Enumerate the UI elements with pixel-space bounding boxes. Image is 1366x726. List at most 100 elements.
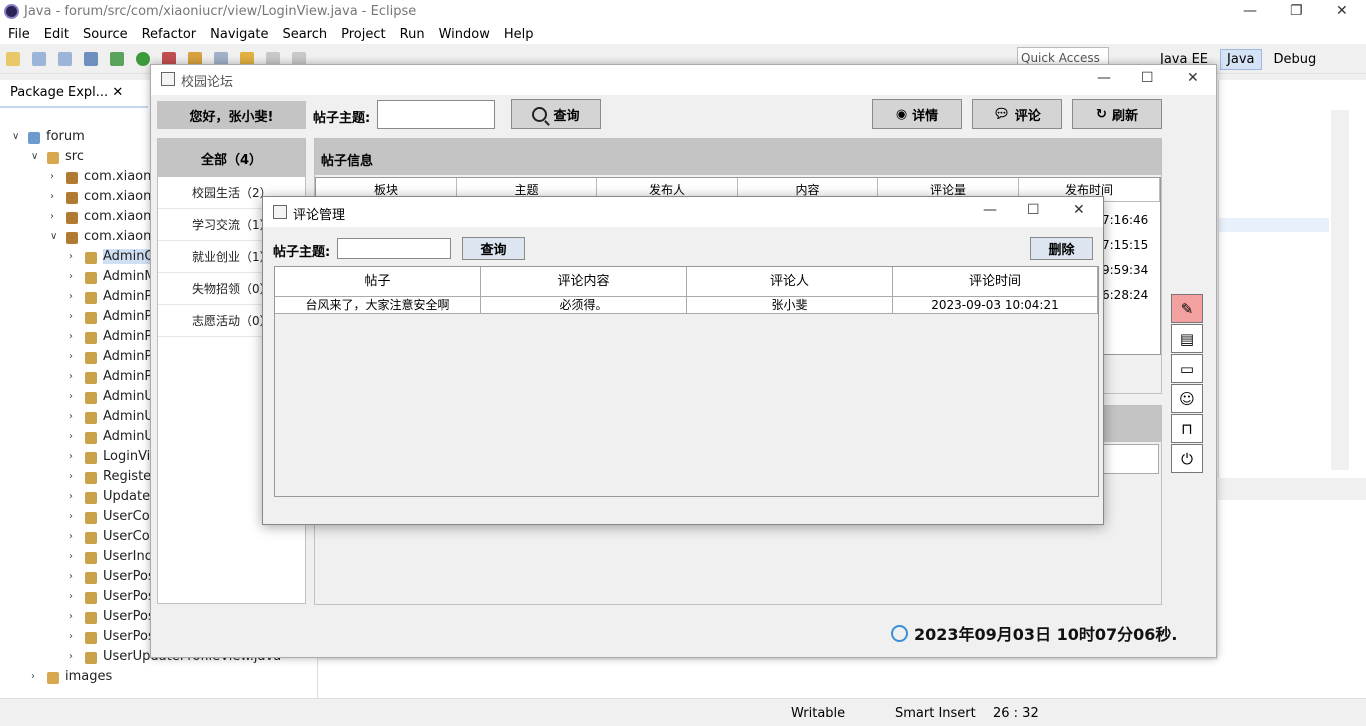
refresh-button[interactable]: ↻ 刷新 bbox=[1072, 99, 1162, 129]
chevron-right-icon[interactable]: › bbox=[69, 431, 73, 442]
package-icon bbox=[66, 192, 78, 204]
menu-search[interactable]: Search bbox=[282, 27, 327, 42]
chevron-right-icon[interactable]: › bbox=[50, 211, 54, 222]
forum-maximize-icon[interactable]: ☐ bbox=[1141, 70, 1154, 86]
dialog-topic-input[interactable] bbox=[337, 238, 451, 259]
chevron-down-icon[interactable]: ∨ bbox=[50, 231, 57, 242]
comment-cell-post[interactable]: 台风来了，大家注意安全啊 bbox=[275, 297, 481, 314]
menu-edit[interactable]: Edit bbox=[44, 27, 69, 42]
java-file-icon bbox=[85, 612, 97, 624]
comment-cell-content[interactable]: 必须得。 bbox=[481, 297, 687, 314]
maximize-icon[interactable]: ❐ bbox=[1290, 3, 1303, 19]
menu-run[interactable]: Run bbox=[400, 27, 425, 42]
comment-col-time[interactable]: 评论时间 bbox=[893, 267, 1098, 297]
close-icon[interactable]: ✕ bbox=[1336, 3, 1348, 19]
chevron-right-icon[interactable]: › bbox=[69, 391, 73, 402]
chevron-right-icon[interactable]: › bbox=[69, 571, 73, 582]
tree-item-label: UserPos bbox=[103, 629, 155, 644]
edit-post-icon[interactable]: ✎ bbox=[1171, 294, 1203, 323]
status-cursor-position: 26 : 32 bbox=[993, 706, 1039, 721]
save-icon[interactable] bbox=[32, 51, 46, 66]
message-icon[interactable]: ▭ bbox=[1171, 354, 1203, 383]
tree-item-label: com.xiaoni bbox=[84, 209, 155, 224]
forum-minimize-icon[interactable]: — bbox=[1097, 70, 1111, 86]
dialog-delete-button[interactable]: 删除 bbox=[1030, 237, 1093, 260]
perspective-debug[interactable]: Debug bbox=[1274, 52, 1317, 67]
menu-project[interactable]: Project bbox=[341, 27, 385, 42]
comment-col-post[interactable]: 帖子 bbox=[275, 267, 481, 297]
chevron-right-icon[interactable]: › bbox=[69, 251, 73, 262]
tree-item-label: Registe bbox=[103, 469, 152, 484]
outline-scrollbar[interactable] bbox=[1331, 110, 1349, 470]
menu-navigate[interactable]: Navigate bbox=[210, 27, 268, 42]
new-icon[interactable] bbox=[6, 51, 20, 66]
chevron-right-icon[interactable]: › bbox=[69, 491, 73, 502]
topic-search-input[interactable] bbox=[377, 100, 495, 129]
tree-item[interactable]: › images bbox=[0, 668, 318, 688]
package-icon bbox=[66, 172, 78, 184]
comment-cell-author[interactable]: 张小斐 bbox=[687, 297, 893, 314]
chevron-right-icon[interactable]: › bbox=[69, 631, 73, 642]
dialog-minimize-icon[interactable]: — bbox=[983, 202, 997, 218]
chevron-right-icon[interactable]: › bbox=[69, 611, 73, 622]
comment-button[interactable]: 💬︎ 评论 bbox=[972, 99, 1062, 129]
package-explorer-tab[interactable]: Package Expl... ✕ bbox=[0, 80, 148, 108]
menu-help[interactable]: Help bbox=[504, 27, 534, 42]
tree-item-label: AdminP bbox=[103, 369, 153, 384]
tree-item-label: UserCor bbox=[103, 529, 156, 544]
dialog-search-button[interactable]: 查询 bbox=[462, 237, 525, 260]
comment-col-content[interactable]: 评论内容 bbox=[481, 267, 687, 297]
chevron-right-icon[interactable]: › bbox=[69, 291, 73, 302]
chevron-right-icon[interactable]: › bbox=[69, 331, 73, 342]
chevron-right-icon[interactable]: › bbox=[69, 271, 73, 282]
chevron-right-icon[interactable]: › bbox=[69, 371, 73, 382]
perspective-java[interactable]: Java bbox=[1220, 48, 1262, 70]
minimize-icon[interactable]: — bbox=[1243, 3, 1257, 19]
java-cup-icon bbox=[161, 72, 175, 86]
menu-refactor[interactable]: Refactor bbox=[142, 27, 197, 42]
document-icon[interactable]: ▤ bbox=[1171, 324, 1203, 353]
power-icon[interactable]: ⏻ bbox=[1171, 444, 1203, 473]
chevron-right-icon[interactable]: › bbox=[69, 471, 73, 482]
chevron-right-icon[interactable]: › bbox=[50, 191, 54, 202]
save-all-icon[interactable] bbox=[58, 51, 72, 66]
chevron-right-icon[interactable]: › bbox=[69, 411, 73, 422]
user-icon[interactable]: ☺ bbox=[1171, 384, 1203, 413]
chevron-right-icon[interactable]: › bbox=[31, 671, 35, 682]
debug-icon[interactable] bbox=[110, 51, 124, 66]
category-all[interactable]: 全部（4） bbox=[158, 139, 305, 177]
tree-item-label: AdminU bbox=[103, 429, 154, 444]
menu-source[interactable]: Source bbox=[83, 27, 128, 42]
lock-icon[interactable]: ⊓ bbox=[1171, 414, 1203, 443]
chevron-right-icon[interactable]: › bbox=[69, 511, 73, 522]
chevron-right-icon[interactable]: › bbox=[50, 171, 54, 182]
chevron-down-icon[interactable]: ∨ bbox=[31, 151, 38, 162]
run-icon[interactable] bbox=[136, 51, 150, 66]
chevron-right-icon[interactable]: › bbox=[69, 531, 73, 542]
search-button[interactable]: 查询 bbox=[511, 99, 601, 129]
post-time-cell: 9:59:34 bbox=[1102, 263, 1149, 277]
clock-display: 2023年09月03日 10时07分06秒. bbox=[891, 621, 1178, 645]
detail-button[interactable]: ◉ 详情 bbox=[872, 99, 962, 129]
java-file-icon bbox=[85, 332, 97, 344]
menu-window[interactable]: Window bbox=[439, 27, 490, 42]
search-button-label: 查询 bbox=[553, 108, 580, 124]
chevron-right-icon[interactable]: › bbox=[69, 351, 73, 362]
chevron-right-icon[interactable]: › bbox=[69, 591, 73, 602]
tree-item-label: src bbox=[65, 149, 84, 164]
forum-close-icon[interactable]: ✕ bbox=[1187, 70, 1199, 86]
editor-hscrollbar[interactable] bbox=[318, 660, 1366, 698]
chevron-right-icon[interactable]: › bbox=[69, 551, 73, 562]
menu-file[interactable]: File bbox=[8, 27, 30, 42]
chevron-down-icon[interactable]: ∨ bbox=[12, 131, 19, 142]
chevron-right-icon[interactable]: › bbox=[69, 311, 73, 322]
chevron-right-icon[interactable]: › bbox=[69, 651, 73, 662]
dialog-maximize-icon[interactable]: ☐ bbox=[1027, 202, 1040, 218]
terminal-icon[interactable] bbox=[84, 51, 98, 66]
comment-cell-time[interactable]: 2023-09-03 10:04:21 bbox=[893, 297, 1098, 314]
dialog-close-icon[interactable]: ✕ bbox=[1073, 202, 1085, 218]
chevron-right-icon[interactable]: › bbox=[69, 451, 73, 462]
comment-col-author[interactable]: 评论人 bbox=[687, 267, 893, 297]
comment-button-label: 评论 bbox=[1014, 108, 1041, 124]
greeting-label: 您好，张小斐! bbox=[157, 101, 306, 129]
